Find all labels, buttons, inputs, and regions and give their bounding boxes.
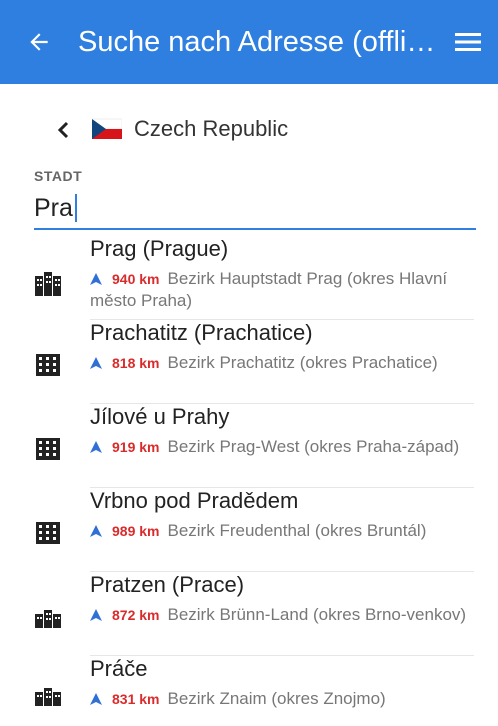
list-item[interactable]: Prachatitz (Prachatice) 818 km Bezirk Pra… (0, 320, 498, 404)
result-details: 818 km Bezirk Prachatitz (okres Prachatic… (90, 352, 470, 374)
direction-arrow-icon (90, 273, 102, 285)
result-details: 872 km Bezirk Brünn-Land (okres Brno-venk… (90, 604, 470, 626)
city-icon (36, 438, 60, 460)
result-distance: 940 km (112, 271, 160, 287)
text-cursor (74, 194, 77, 222)
menu-button[interactable] (438, 0, 498, 84)
result-region: Bezirk Prachatitz (okres Prachatice) (167, 353, 438, 372)
result-details: 989 km Bezirk Freudenthal (okres Bruntál) (90, 520, 470, 542)
town-icon (35, 610, 61, 628)
direction-arrow-icon (90, 357, 102, 369)
direction-arrow-icon (90, 693, 102, 705)
city-icon (36, 354, 60, 376)
czech-flag-icon (92, 118, 122, 139)
result-name: Vrbno pod Pradědem (90, 488, 299, 513)
list-item[interactable]: Pratzen (Prace) 872 km Bezirk Brünn-Land … (0, 572, 498, 656)
city-icon (36, 522, 60, 544)
page-title: Suche nach Adresse (offli… (78, 25, 436, 58)
result-details: 940 km Bezirk Hauptstadt Prag (okres Hlav… (90, 268, 470, 311)
result-region: Bezirk Freudenthal (okres Bruntál) (167, 521, 427, 540)
app-bar: Suche nach Adresse (offli… (0, 0, 498, 84)
result-name: Prachatitz (Prachatice) (90, 320, 313, 345)
country-label[interactable]: Czech Republic (134, 116, 288, 142)
result-name: Prag (Prague) (90, 236, 229, 261)
result-distance: 831 km (112, 691, 160, 707)
list-item[interactable]: Jílové u Prahy 919 km Bezirk Prag-West (o… (0, 404, 498, 488)
result-region: Bezirk Znaim (okres Znojmo) (167, 689, 386, 708)
result-name: Práče (90, 656, 148, 681)
back-button[interactable] (0, 0, 78, 84)
result-region: Bezirk Prag-West (okres Praha-západ) (167, 437, 460, 456)
direction-arrow-icon (90, 525, 102, 537)
list-item[interactable]: Vrbno pod Pradědem 989 km Bezirk Freudent… (0, 488, 498, 572)
result-details: 919 km Bezirk Prag-West (okres Praha-zápa… (90, 436, 470, 458)
list-item[interactable]: Prag (Prague) 940 km Bezirk Hauptstadt Pr… (0, 236, 498, 320)
city-search-input[interactable]: Pra (34, 188, 476, 230)
arrow-left-icon (30, 33, 48, 51)
result-distance: 989 km (112, 523, 160, 539)
chevron-left-icon[interactable] (52, 114, 76, 146)
direction-arrow-icon (90, 609, 102, 621)
city-field-label: STADT (34, 168, 83, 184)
breadcrumb: Czech Republic (0, 108, 498, 152)
hamburger-menu-icon (455, 33, 481, 51)
large-city-icon (35, 272, 61, 296)
result-distance: 872 km (112, 607, 160, 623)
result-region: Bezirk Brünn-Land (okres Brno-venkov) (167, 605, 467, 624)
result-distance: 919 km (112, 439, 160, 455)
result-name: Jílové u Prahy (90, 404, 230, 429)
result-details: 831 km Bezirk Znaim (okres Znojmo) (90, 688, 470, 710)
result-name: Pratzen (Prace) (90, 572, 245, 597)
city-search-value: Pra (34, 193, 73, 222)
direction-arrow-icon (90, 441, 102, 453)
result-distance: 818 km (112, 355, 160, 371)
list-item[interactable]: Práče 831 km Bezirk Znaim (okres Znojmo) (0, 656, 498, 726)
town-icon (35, 688, 61, 706)
